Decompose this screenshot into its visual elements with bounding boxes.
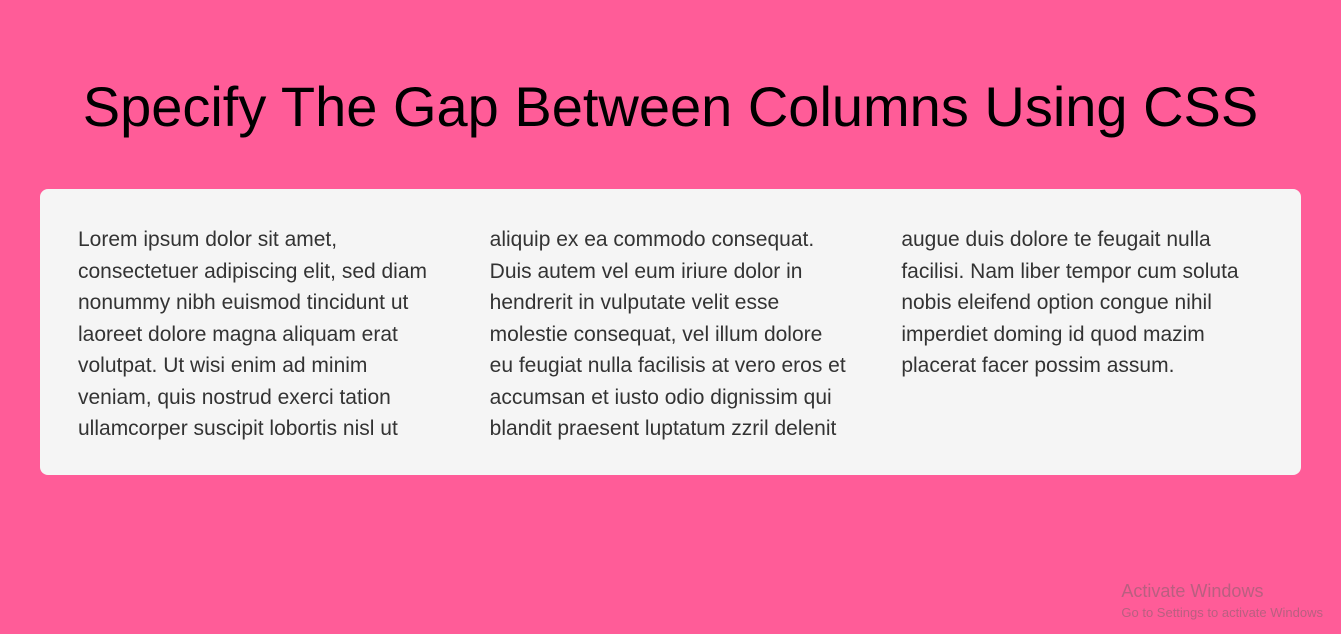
watermark-subtitle: Go to Settings to activate Windows [1121, 604, 1323, 622]
content-card: Lorem ipsum dolor sit amet, consectetuer… [40, 189, 1301, 475]
watermark-title: Activate Windows [1121, 579, 1323, 604]
page-title: Specify The Gap Between Columns Using CS… [0, 0, 1341, 189]
windows-activation-watermark: Activate Windows Go to Settings to activ… [1121, 579, 1323, 622]
multi-column-text: Lorem ipsum dolor sit amet, consectetuer… [78, 224, 1263, 445]
